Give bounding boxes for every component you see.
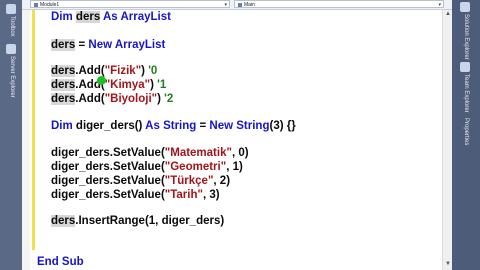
string-literal: "Geometri"	[164, 161, 227, 173]
method-call: diger_ders.SetValue(	[51, 161, 165, 173]
string-literal: "Kimya"	[104, 79, 151, 91]
method-call: .Add(	[75, 93, 105, 105]
team-explorer-icon[interactable]	[460, 62, 470, 72]
code-line-7[interactable]: diger_ders.SetValue("Matematik", 0)	[51, 146, 249, 160]
chevron-down-icon: ▾	[438, 2, 441, 8]
string-literal: "Matematik"	[164, 147, 232, 159]
toolbox-tab[interactable]: Toolbox	[9, 16, 15, 37]
arguments: , 2)	[213, 175, 231, 187]
string-literal: "Türkçe"	[164, 175, 214, 187]
keyword: Dim	[51, 11, 76, 23]
type-name: String	[236, 120, 270, 132]
code-line-5[interactable]: ders.Add("Biyoloji") '2	[51, 92, 173, 106]
editor-margin	[22, 10, 30, 270]
keyword: As	[100, 11, 121, 23]
code-line-10[interactable]: diger_ders.SetValue("Tarih", 3)	[51, 188, 220, 202]
identifier: ders	[75, 11, 101, 23]
navigation-bar: Module1 ▾ Main ▾	[22, 0, 452, 10]
code-line-8[interactable]: diger_ders.SetValue("Geometri", 1)	[51, 160, 243, 174]
arguments: , 0)	[231, 147, 249, 159]
operator: =	[196, 120, 210, 132]
solution-explorer-icon[interactable]	[460, 2, 470, 12]
change-tracking-bar	[32, 10, 35, 250]
scroll-up-icon[interactable]: ▲	[444, 10, 452, 18]
identifier: ders	[51, 39, 76, 51]
team-explorer-tab[interactable]: Team Explorer	[463, 74, 469, 113]
identifier: ders	[51, 65, 76, 77]
code-line-4[interactable]: ders.Add("Kimya") '1	[51, 78, 166, 92]
code-line-1[interactable]: Dim ders As ArrayList	[51, 10, 171, 24]
right-tool-strip: Solution Explorer Team Explorer Properti…	[452, 0, 480, 270]
initializer: (3) {}	[269, 120, 296, 132]
module-icon	[34, 2, 38, 7]
string-literal: "Fizik"	[104, 65, 142, 77]
keyword: Dim	[51, 120, 76, 132]
keyword: New	[88, 39, 115, 51]
identifier: ders	[51, 93, 76, 105]
method-call: .InsertRange(1, diger_ders)	[75, 215, 225, 227]
solution-explorer-tab[interactable]: Solution Explorer	[463, 14, 469, 60]
toolbox-icon[interactable]	[6, 4, 16, 14]
mouse-cursor-highlight	[97, 76, 106, 85]
string-literal: "Biyoloji"	[104, 93, 158, 105]
type-name: ArrayList	[120, 11, 171, 23]
server-explorer-tab[interactable]: Server Explorer	[9, 56, 15, 98]
comment: '0	[148, 65, 158, 77]
identifier: ders	[51, 79, 76, 91]
keyword: New	[209, 120, 237, 132]
method-call: diger_ders.SetValue(	[51, 147, 165, 159]
arguments: , 1)	[226, 161, 243, 173]
class-dropdown[interactable]: Module1 ▾	[30, 0, 230, 8]
code-line-2[interactable]: ders = New ArrayList	[51, 38, 165, 52]
method-icon	[238, 2, 242, 7]
scroll-down-icon[interactable]: ▼	[444, 260, 452, 268]
method-dropdown[interactable]: Main ▾	[234, 0, 444, 8]
identifier: diger_ders()	[75, 120, 146, 132]
comment: '1	[157, 79, 167, 91]
code-line-9[interactable]: diger_ders.SetValue("Türkçe", 2)	[51, 174, 230, 188]
method-call: diger_ders.SetValue(	[51, 175, 165, 187]
operator: =	[75, 39, 89, 51]
identifier: ders	[51, 215, 76, 227]
left-tool-strip: Toolbox Server Explorer	[0, 0, 22, 270]
class-dropdown-label: Module1	[40, 2, 60, 8]
comment: '2	[164, 93, 174, 105]
code-line-11[interactable]: ders.InsertRange(1, diger_ders)	[51, 214, 224, 228]
type-name: String	[163, 120, 197, 132]
arguments: , 3)	[202, 189, 220, 201]
method-dropdown-label: Main	[244, 2, 255, 8]
type-name: ArrayList	[114, 39, 166, 51]
chevron-down-icon: ▾	[224, 2, 227, 8]
properties-tab[interactable]: Properties	[463, 118, 469, 145]
keyword: End Sub	[37, 256, 84, 268]
method-call: diger_ders.SetValue(	[51, 189, 165, 201]
code-line-6[interactable]: Dim diger_ders() As String = New String(…	[51, 119, 296, 133]
server-explorer-icon[interactable]	[6, 44, 16, 54]
code-line-12[interactable]: End Sub	[37, 255, 84, 269]
string-literal: "Tarih"	[164, 189, 203, 201]
keyword: As	[145, 120, 164, 132]
